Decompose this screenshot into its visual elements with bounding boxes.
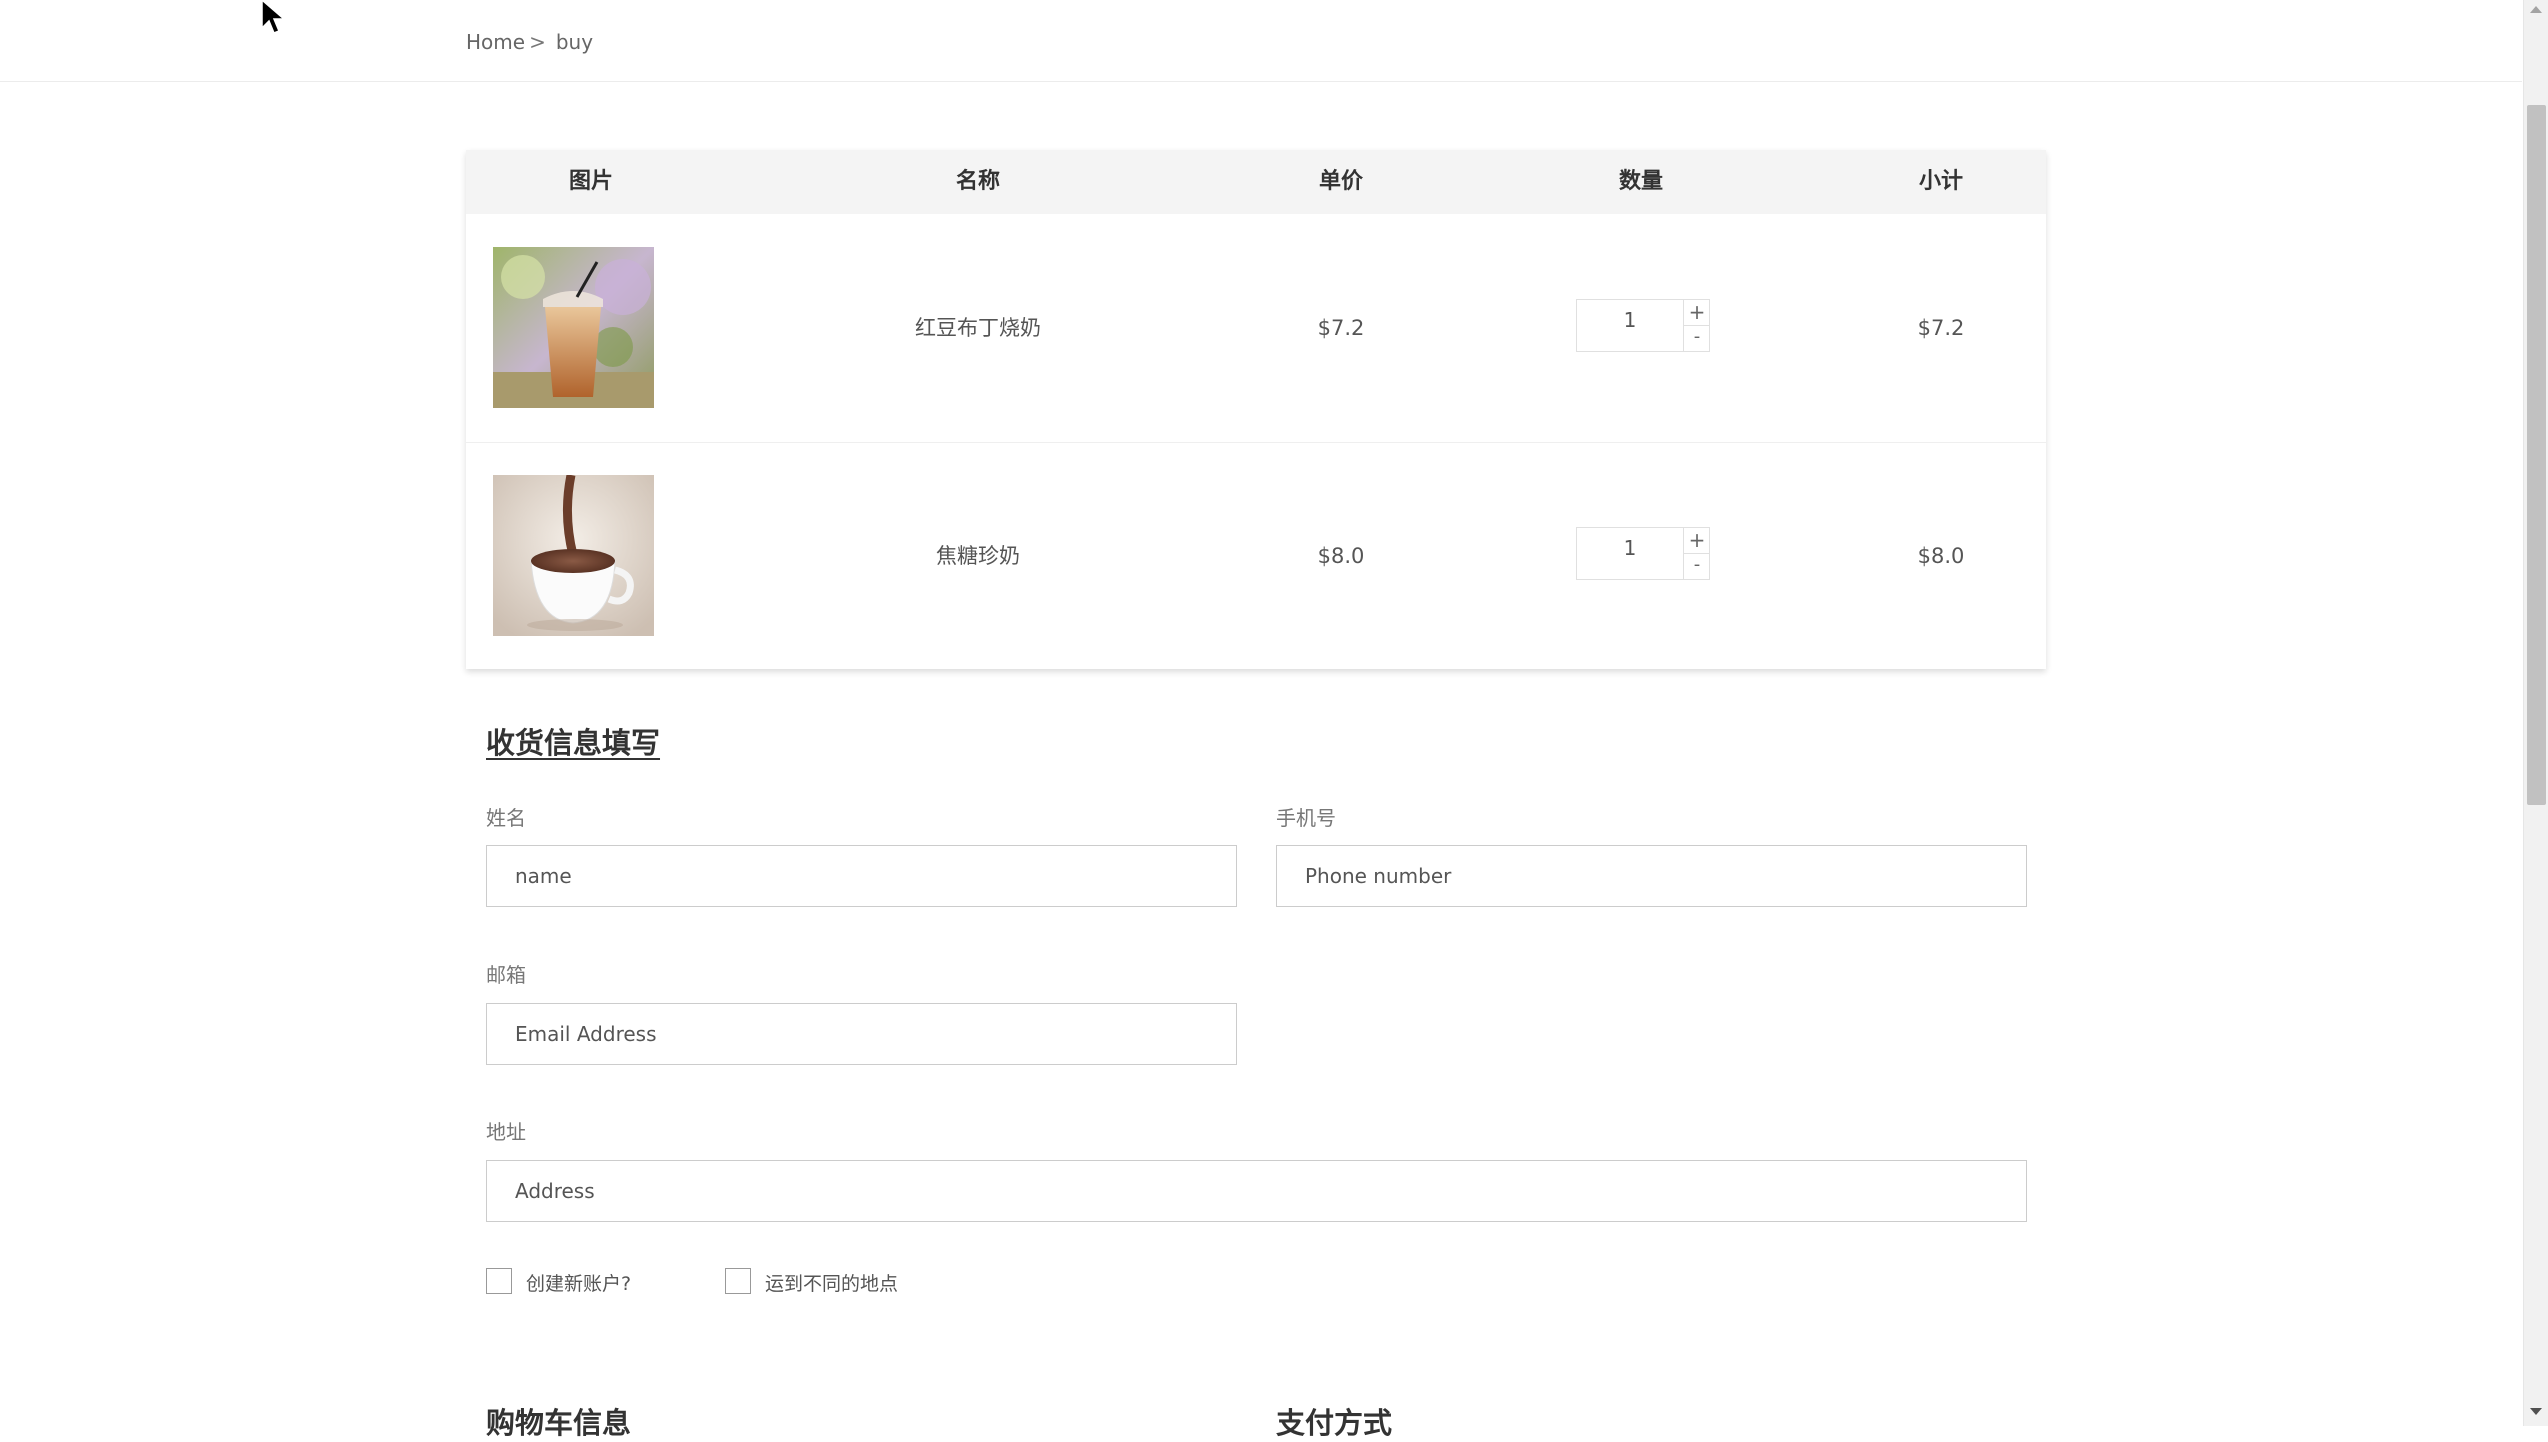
scroll-down-arrow-icon[interactable]: [2530, 1408, 2542, 1415]
vertical-scrollbar[interactable]: [2523, 0, 2548, 1426]
product-name: 焦糖珍奶: [936, 544, 1020, 568]
email-label: 邮箱: [486, 963, 526, 987]
breadcrumb-home-link[interactable]: Home: [466, 30, 525, 54]
shipping-form-title: 收货信息填写: [486, 726, 661, 760]
cart-table: 图片 名称 单价 数量 小计 红豆布丁烧奶 $7.2 1 + - $7.2 焦糖…: [466, 150, 2046, 669]
column-header-image: 图片: [568, 169, 613, 194]
payment-method-title: 支付方式: [1276, 1406, 1393, 1440]
quantity-input[interactable]: 1: [1577, 528, 1683, 579]
breadcrumb-separator: >: [529, 30, 546, 54]
column-header-subtotal: 小计: [1918, 169, 1963, 194]
iced-milk-tea-image: [493, 247, 654, 408]
mouse-cursor-icon: [260, 0, 288, 42]
cart-row: 焦糖珍奶 $8.0 1 + - $8.0: [466, 442, 2046, 670]
column-header-quantity: 数量: [1618, 169, 1663, 194]
quantity-buttons: + -: [1683, 528, 1710, 579]
breadcrumb-current: buy: [555, 30, 594, 54]
scroll-up-arrow-icon[interactable]: [2530, 6, 2542, 13]
ship-different-checkbox[interactable]: [725, 1268, 751, 1294]
column-header-name: 名称: [955, 169, 1000, 194]
product-price: $7.2: [1317, 316, 1365, 340]
address-input[interactable]: [486, 1160, 2027, 1222]
email-input[interactable]: [486, 1003, 1237, 1065]
create-account-label: 创建新账户?: [526, 1273, 632, 1295]
create-account-checkbox[interactable]: [486, 1268, 512, 1294]
product-subtotal: $8.0: [1917, 544, 1965, 568]
cart-row: 红豆布丁烧奶 $7.2 1 + - $7.2: [466, 214, 2046, 443]
quantity-buttons: + -: [1683, 300, 1710, 351]
name-label: 姓名: [486, 806, 526, 830]
address-label: 地址: [486, 1120, 526, 1144]
quantity-increase-button[interactable]: +: [1684, 300, 1710, 326]
phone-input[interactable]: [1276, 845, 2027, 907]
quantity-decrease-button[interactable]: -: [1684, 326, 1710, 351]
phone-label: 手机号: [1276, 806, 1336, 830]
quantity-decrease-button[interactable]: -: [1684, 554, 1710, 579]
product-name: 红豆布丁烧奶: [915, 316, 1041, 340]
top-bar: Home > buy: [0, 0, 2522, 82]
quantity-stepper: 1 + -: [1576, 299, 1710, 352]
hot-chocolate-image: [493, 475, 654, 636]
name-input[interactable]: [486, 845, 1237, 907]
quantity-stepper: 1 + -: [1576, 527, 1710, 580]
scrollbar-thumb[interactable]: [2527, 105, 2546, 805]
product-subtotal: $7.2: [1917, 316, 1965, 340]
cart-info-title: 购物车信息: [486, 1406, 632, 1440]
column-header-price: 单价: [1318, 169, 1363, 194]
cart-table-header: 图片 名称 单价 数量 小计: [466, 150, 2046, 214]
breadcrumb: Home > buy: [466, 30, 593, 54]
product-price: $8.0: [1317, 544, 1365, 568]
quantity-increase-button[interactable]: +: [1684, 528, 1710, 554]
ship-different-label: 运到不同的地点: [765, 1273, 899, 1295]
quantity-input[interactable]: 1: [1577, 300, 1683, 351]
